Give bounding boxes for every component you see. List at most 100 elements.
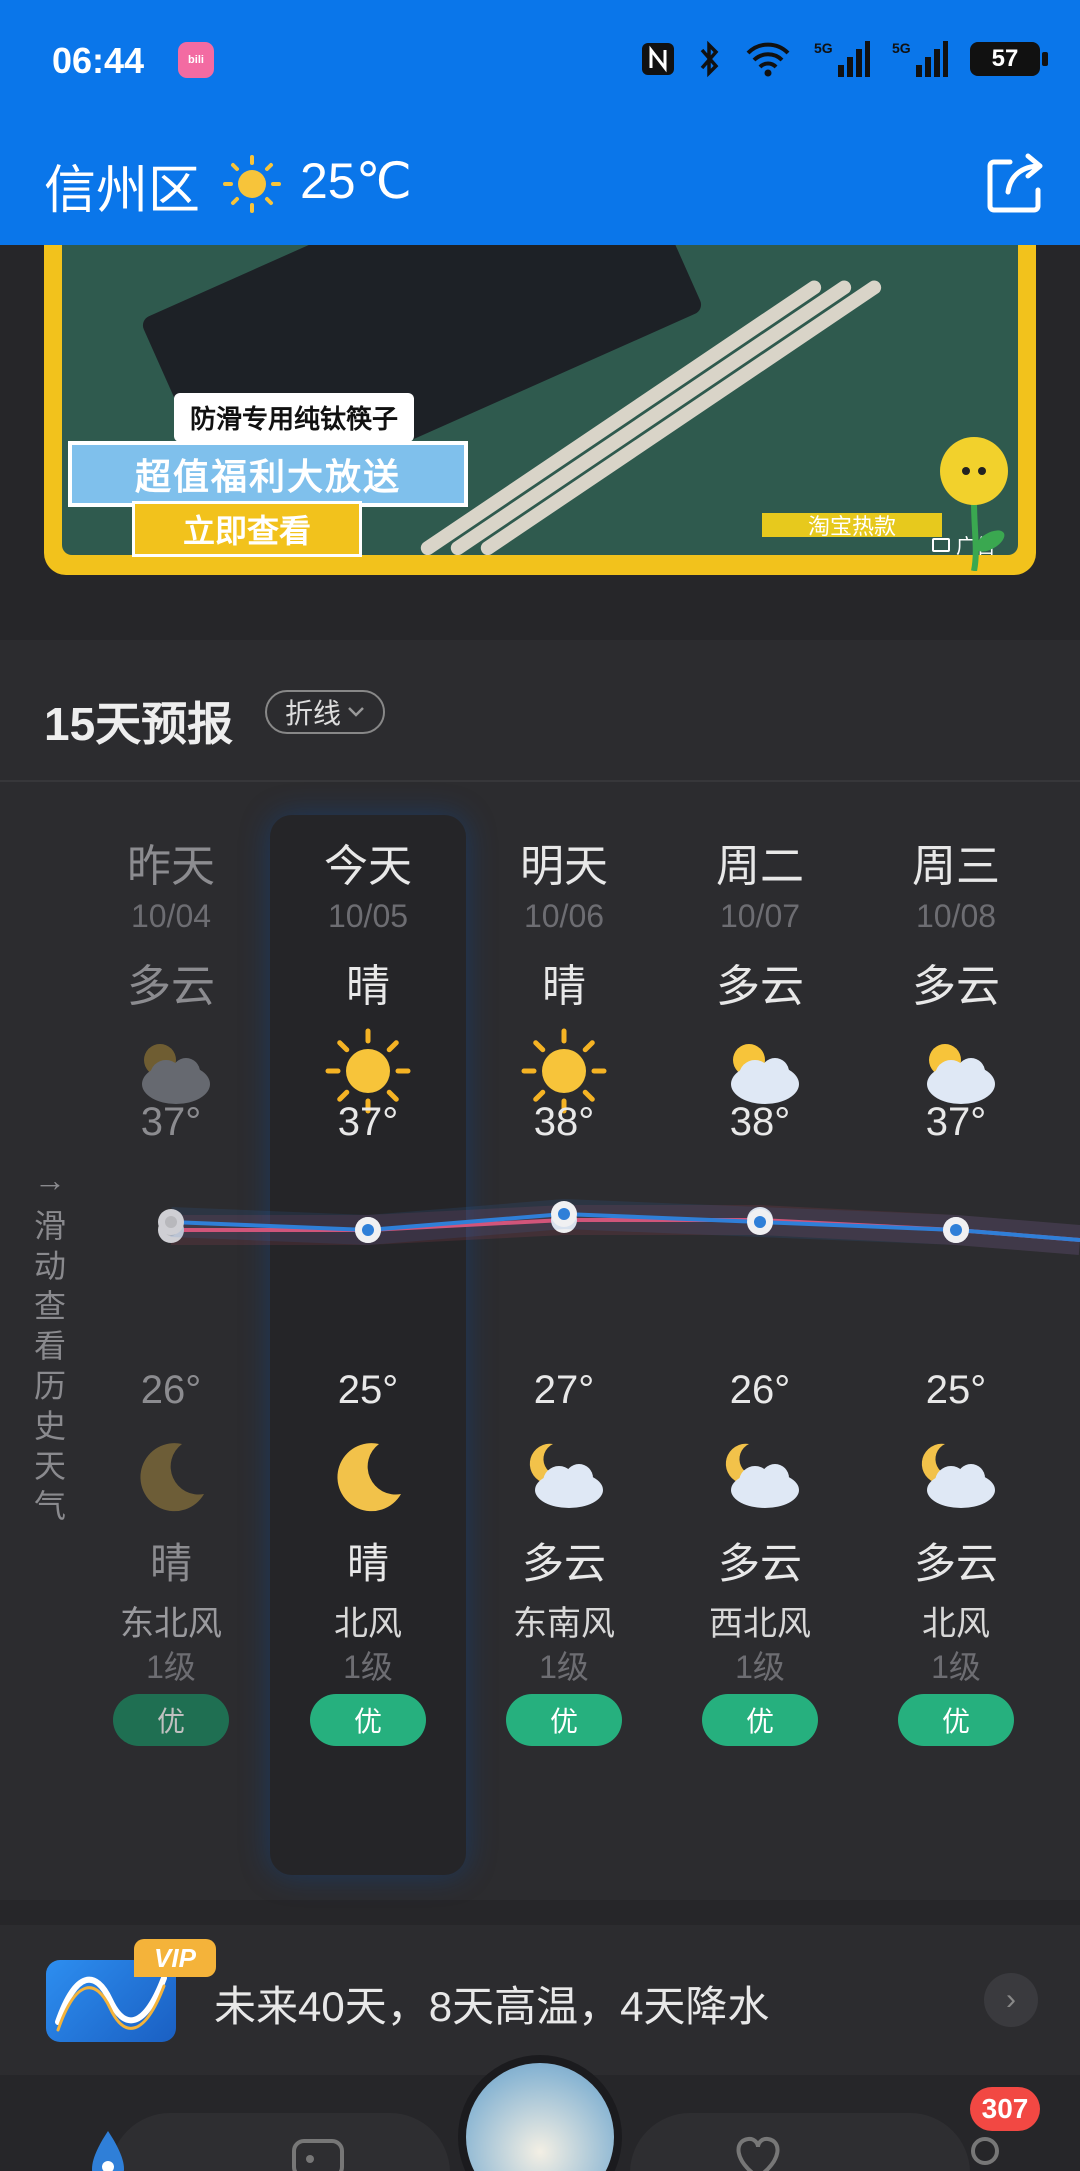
low-temp-label: 25° xyxy=(925,1368,987,1412)
current-temperature: 25℃ xyxy=(300,153,412,209)
chart-mode-label: 折线 xyxy=(285,698,342,729)
share-icon[interactable] xyxy=(980,148,1050,218)
chevron-down-icon xyxy=(348,707,364,717)
wind-direction: 东北风 xyxy=(120,1605,222,1643)
wind-level: 1级 xyxy=(539,1649,589,1685)
day-date: 10/07 xyxy=(719,898,801,934)
wind-direction: 北风 xyxy=(334,1605,402,1643)
ad-banner[interactable]: 淘宝热款 广告 防滑专用纯钛筷子 超值福利大放送 立即查看 xyxy=(44,245,1036,575)
moon-icon xyxy=(126,1430,216,1520)
forecast-day-column[interactable]: 周三 10/08 多云 37° 25° 多云 北风 1级 优 xyxy=(858,830,1054,1870)
chart-mode-toggle[interactable]: 折线 xyxy=(265,690,386,734)
wind-direction: 西北风 xyxy=(709,1605,811,1643)
forecast-title: 15天预报 xyxy=(44,698,234,750)
history-hint-text: 滑动查看历史天气 xyxy=(33,1208,66,1524)
forecast-day-column[interactable]: 昨天 10/04 多云 37° 26° 晴 东北风 1级 优 xyxy=(73,830,269,1870)
ad-shop-text: 淘宝热款 xyxy=(762,513,942,539)
day-condition: 多云 xyxy=(912,962,1000,1011)
svg-text:5G: 5G xyxy=(814,40,833,56)
vip-forecast-banner[interactable]: VIP 未来40天，8天高温，4天降水 › xyxy=(0,1925,1080,2075)
day-date: 10/04 xyxy=(130,898,212,934)
wifi-icon xyxy=(744,38,792,80)
low-temp-label: 26° xyxy=(729,1368,791,1412)
day-date: 10/06 xyxy=(523,898,605,934)
day-name: 明天 xyxy=(520,842,608,891)
ad-promo-text: 超值福利大放送 xyxy=(68,441,468,507)
forecast-day-column[interactable]: 明天 10/06 晴 38° 27° 多云 东南风 1级 优 xyxy=(466,830,662,1870)
aqi-badge: 优 xyxy=(702,1694,818,1746)
wind-level: 1级 xyxy=(146,1649,196,1685)
day-condition: 多云 xyxy=(127,962,215,1011)
ad-headline: 防滑专用纯钛筷子 xyxy=(174,393,415,442)
low-temp-label: 25° xyxy=(337,1368,399,1412)
notification-badge: 307 xyxy=(970,2087,1040,2131)
day-date: 10/08 xyxy=(915,898,997,934)
status-icons: 5G 5G 57 xyxy=(640,38,1048,80)
profile-icon[interactable] xyxy=(955,2127,1015,2171)
svg-text:5G: 5G xyxy=(892,40,911,56)
high-temp-label: 37° xyxy=(925,1100,987,1144)
day-condition: 多云 xyxy=(716,962,804,1011)
vip-badge: VIP xyxy=(134,1939,216,1977)
wind-direction: 北风 xyxy=(922,1605,990,1643)
nav-right-pill xyxy=(630,2113,970,2171)
aqi-badge: 优 xyxy=(310,1694,426,1746)
divider xyxy=(0,780,1080,782)
forecast-day-column[interactable]: 今天 10/05 晴 37° 25° 晴 北风 1级 优 xyxy=(270,830,466,1870)
day-condition: 晴 xyxy=(346,962,390,1011)
nav-left-pill xyxy=(110,2113,450,2171)
bottom-nav: 307 xyxy=(0,2055,1080,2171)
day-name: 周二 xyxy=(716,842,804,891)
low-temp-label: 27° xyxy=(533,1368,595,1412)
day-condition: 晴 xyxy=(542,962,586,1011)
night-condition: 晴 xyxy=(149,1540,192,1587)
forecast-day-column[interactable]: 周二 10/07 多云 38° 26° 多云 西北风 1级 优 xyxy=(662,830,858,1870)
aqi-badge: 优 xyxy=(898,1694,1014,1746)
bluetooth-icon xyxy=(698,38,722,80)
night-condition: 晴 xyxy=(346,1540,389,1587)
cloudy-night-icon xyxy=(519,1430,609,1520)
sun-icon xyxy=(223,155,281,213)
location-title[interactable]: 信州区 xyxy=(44,148,200,223)
heart-icon[interactable] xyxy=(728,2127,788,2171)
low-temp-label: 26° xyxy=(140,1368,202,1412)
app-header: 信州区 25℃ xyxy=(0,130,1080,245)
chevron-right-icon[interactable]: › xyxy=(984,1973,1038,2027)
night-condition: 多云 xyxy=(717,1540,802,1587)
arrow-right-icon: → xyxy=(34,1162,66,1198)
high-temp-label: 38° xyxy=(729,1100,791,1144)
signal-5g-icon-2: 5G xyxy=(892,38,948,80)
history-hint[interactable]: → 滑动查看历史天气 xyxy=(30,1160,70,1526)
cloudy-night-icon xyxy=(911,1430,1001,1520)
wind-direction: 东南风 xyxy=(513,1605,615,1643)
day-name: 昨天 xyxy=(127,842,215,891)
wind-level: 1级 xyxy=(735,1649,785,1685)
wind-level: 1级 xyxy=(931,1649,981,1685)
high-temp-label: 37° xyxy=(140,1100,202,1144)
high-temp-label: 37° xyxy=(337,1100,399,1144)
ad-cta-button[interactable]: 立即查看 xyxy=(132,501,362,557)
moon-icon xyxy=(323,1430,413,1520)
weather-home-icon[interactable] xyxy=(78,2127,138,2171)
wind-level: 1级 xyxy=(343,1649,393,1685)
night-condition: 多云 xyxy=(913,1540,998,1587)
status-time: 06:44 xyxy=(52,40,145,81)
day-name: 今天 xyxy=(324,842,412,891)
sky-image xyxy=(466,2063,614,2171)
day-name: 周三 xyxy=(912,842,1000,891)
nfc-icon xyxy=(640,38,676,80)
cloudy-night-icon xyxy=(715,1430,805,1520)
flower-mascot-icon xyxy=(940,437,1008,571)
forecast-card: 15天预报 折线 → 滑动查看历史天气 昨天 10/04 多云 37° 26° … xyxy=(0,640,1080,1900)
day-date: 10/05 xyxy=(327,898,409,934)
aqi-badge: 优 xyxy=(113,1694,229,1746)
video-icon[interactable] xyxy=(288,2127,348,2171)
signal-5g-icon: 5G xyxy=(814,38,870,80)
battery-indicator: 57 xyxy=(970,42,1048,76)
high-temp-label: 38° xyxy=(533,1100,595,1144)
status-bar: 06:44 bili 5G 5G 57 xyxy=(0,0,1080,120)
vip-summary-text: 未来40天，8天高温，4天降水 xyxy=(214,1983,770,2030)
aqi-badge: 优 xyxy=(506,1694,622,1746)
night-condition: 多云 xyxy=(521,1540,606,1587)
bilibili-app-icon: bili xyxy=(178,42,214,78)
